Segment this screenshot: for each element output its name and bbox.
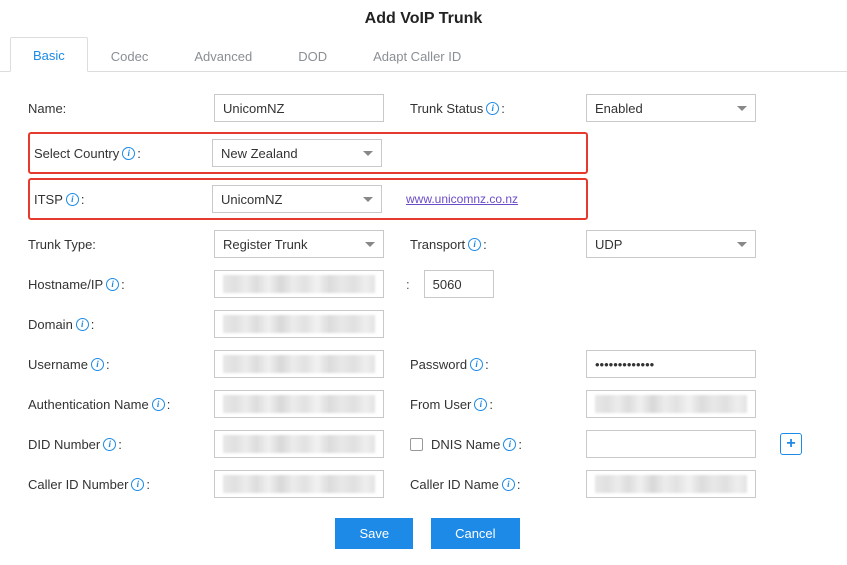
info-icon[interactable]: i [131,478,144,491]
label-select-country: Select Countryi: [34,146,204,161]
chevron-down-icon [737,242,747,247]
label-trunk-status: Trunk Statusi: [400,101,578,116]
info-icon[interactable]: i [76,318,89,331]
input-caller-id-name[interactable] [586,470,756,498]
label-from-user: From Useri: [400,397,578,412]
plus-icon: + [786,436,795,452]
chevron-down-icon [737,106,747,111]
label-domain: Domaini: [28,317,206,332]
input-domain[interactable] [214,310,384,338]
tab-bar: Basic Codec Advanced DOD Adapt Caller ID [0,36,847,72]
input-from-user[interactable] [586,390,756,418]
tab-adapt-caller-id[interactable]: Adapt Caller ID [350,38,484,72]
add-did-button[interactable]: + [780,433,802,455]
select-transport[interactable]: UDP [586,230,756,258]
info-icon[interactable]: i [66,193,79,206]
label-username: Usernamei: [28,357,206,372]
select-trunk-status[interactable]: Enabled [586,94,756,122]
input-port[interactable] [424,270,494,298]
label-name: Name: [28,101,206,116]
tab-advanced[interactable]: Advanced [171,38,275,72]
input-dnis-name[interactable] [586,430,756,458]
info-icon[interactable]: i [503,438,516,451]
info-icon[interactable]: i [103,438,116,451]
label-caller-id-name: Caller ID Namei: [400,477,578,492]
label-password: Passwordi: [400,357,578,372]
info-icon[interactable]: i [502,478,515,491]
chevron-down-icon [363,197,373,202]
tab-dod[interactable]: DOD [275,38,350,72]
chevron-down-icon [365,242,375,247]
save-button[interactable]: Save [335,518,413,549]
label-itsp: ITSPi: [34,192,204,207]
form-basic: Name: Trunk Statusi: Enabled Select Coun… [0,72,847,565]
info-icon[interactable]: i [152,398,165,411]
tab-codec[interactable]: Codec [88,38,172,72]
page-title: Add VoIP Trunk [0,0,847,36]
input-hostname[interactable] [214,270,384,298]
label-trunk-type: Trunk Type: [28,237,206,252]
label-did-number: DID Numberi: [28,437,206,452]
info-icon[interactable]: i [122,147,135,160]
select-trunk-type[interactable]: Register Trunk [214,230,384,258]
input-caller-id-number[interactable] [214,470,384,498]
label-hostname: Hostname/IPi: [28,277,206,292]
highlight-select-country: Select Countryi: New Zealand [28,132,588,174]
input-name[interactable] [214,94,384,122]
chevron-down-icon [363,151,373,156]
info-icon[interactable]: i [470,358,483,371]
input-password[interactable] [586,350,756,378]
input-did-number[interactable] [214,430,384,458]
input-auth-name[interactable] [214,390,384,418]
highlight-itsp: ITSPi: UnicomNZ www.unicomnz.co.nz [28,178,588,220]
info-icon[interactable]: i [91,358,104,371]
label-auth-name: Authentication Namei: [28,397,206,412]
select-country[interactable]: New Zealand [212,139,382,167]
label-caller-id-number: Caller ID Numberi: [28,477,206,492]
label-dnis-name: DNIS Namei: [400,437,578,452]
tab-basic[interactable]: Basic [10,37,88,72]
input-username[interactable] [214,350,384,378]
info-icon[interactable]: i [486,102,499,115]
link-itsp-website[interactable]: www.unicomnz.co.nz [406,192,518,206]
info-icon[interactable]: i [106,278,119,291]
info-icon[interactable]: i [474,398,487,411]
select-itsp[interactable]: UnicomNZ [212,185,382,213]
checkbox-dnis-name[interactable] [410,438,423,451]
port-separator: : [400,277,416,292]
info-icon[interactable]: i [468,238,481,251]
cancel-button[interactable]: Cancel [431,518,519,549]
label-transport: Transporti: [400,237,578,252]
